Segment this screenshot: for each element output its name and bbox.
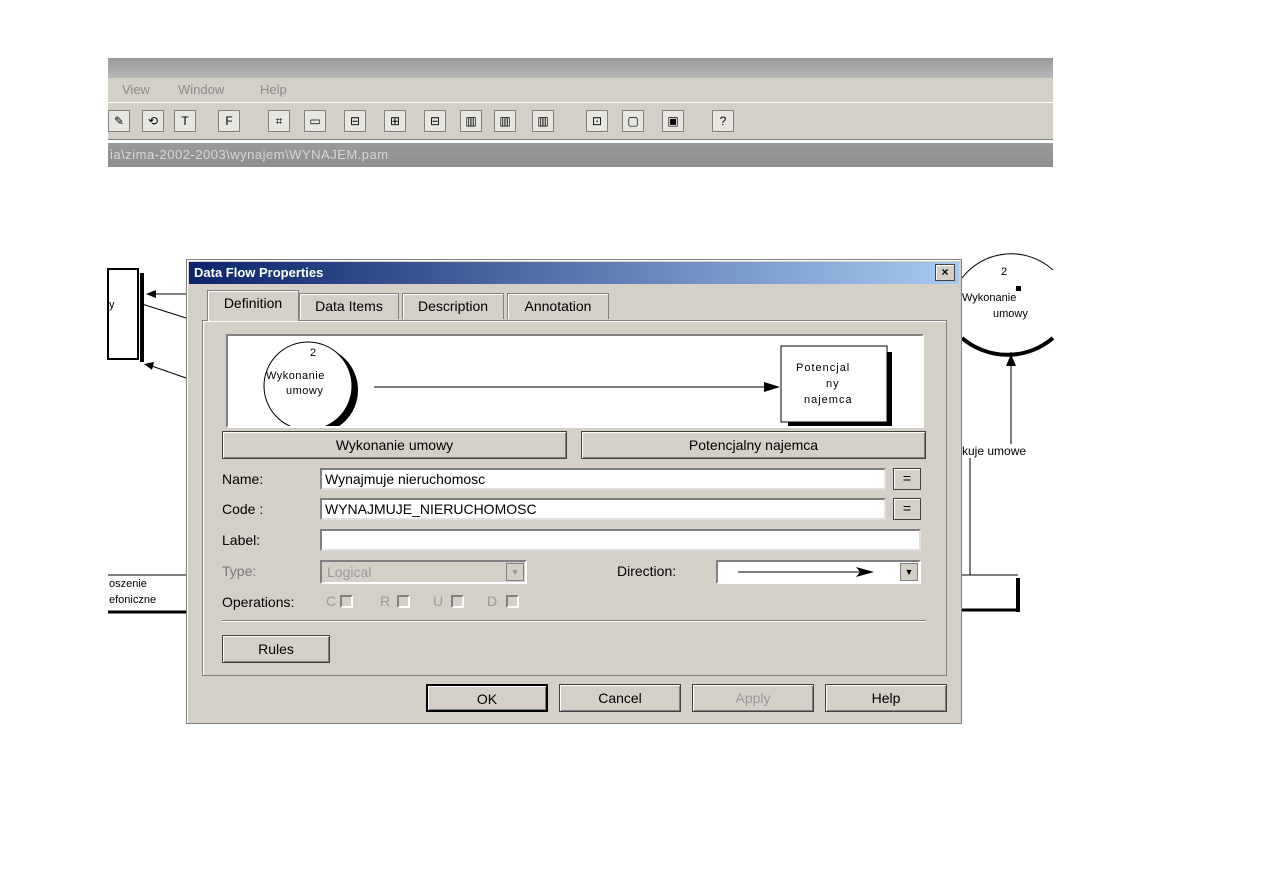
- dialog-title-bar: Data Flow Properties ×: [189, 262, 959, 284]
- apply-button[interactable]: Apply: [692, 684, 814, 712]
- code-label: Code :: [222, 501, 264, 517]
- type-select-value: Logical: [327, 564, 372, 580]
- separator: [222, 620, 926, 622]
- preview-entity-label-1: Potencjal: [796, 362, 851, 374]
- code-field[interactable]: WYNAJMUJE_NIERUCHOMOSC: [320, 498, 886, 520]
- right-process-arc-top: [961, 253, 1054, 279]
- tab-description[interactable]: Description: [402, 293, 504, 319]
- bottom-left-entity-text-1: oszenie: [109, 578, 147, 590]
- left-flow-line-2: [141, 303, 187, 319]
- left-entity-text: y: [109, 299, 115, 311]
- bottom-left-entity-text-2: efoniczne: [109, 594, 157, 606]
- direction-select[interactable]: ▼: [716, 560, 921, 584]
- right-process-number: 2: [1001, 266, 1008, 278]
- type-select[interactable]: Logical ▼: [320, 560, 527, 584]
- right-flow-label: kuje umowe: [962, 444, 1027, 458]
- label-field[interactable]: [320, 529, 921, 551]
- code-sync-button[interactable]: =: [893, 498, 921, 520]
- operation-d-label: D: [487, 593, 498, 609]
- label-label: Label:: [222, 532, 261, 548]
- preview-process-label-2: umowy: [286, 385, 324, 397]
- preview-entity-label-3: najemca: [804, 394, 853, 406]
- chevron-down-icon: ▼: [900, 563, 918, 581]
- operation-c-checkbox[interactable]: [340, 595, 353, 608]
- name-field[interactable]: Wynajmuje nieruchomosc: [320, 468, 886, 490]
- preview-flow-arrowhead: [764, 382, 780, 392]
- operation-r-checkbox[interactable]: [397, 595, 410, 608]
- direction-label: Direction:: [617, 563, 677, 579]
- help-button[interactable]: Help: [825, 684, 947, 712]
- destination-object-button[interactable]: Potencjalny najemca: [581, 431, 926, 459]
- close-button[interactable]: ×: [935, 264, 955, 281]
- right-process-label-1: Wykonanie: [962, 292, 1017, 304]
- left-entity-box: [107, 268, 139, 360]
- tab-annotation[interactable]: Annotation: [507, 293, 609, 319]
- flow-preview: 2 Wykonanie umowy Potencjal ny najemca: [226, 334, 924, 428]
- cancel-button[interactable]: Cancel: [559, 684, 681, 712]
- tab-data-items[interactable]: Data Items: [299, 293, 399, 319]
- operation-c-label: C: [326, 593, 337, 609]
- type-label: Type:: [222, 563, 257, 579]
- operation-u-checkbox[interactable]: [451, 595, 464, 608]
- operation-u-label: U: [433, 593, 444, 609]
- left-flow-arrowhead-3: [144, 362, 154, 370]
- preview-entity-label-2: ny: [826, 378, 840, 390]
- name-sync-button[interactable]: =: [893, 468, 921, 490]
- ok-button[interactable]: OK: [426, 684, 548, 712]
- preview-process-label-1: Wykonanie: [266, 370, 325, 382]
- tab-definition[interactable]: Definition: [207, 290, 299, 321]
- operations-label: Operations:: [222, 594, 295, 610]
- name-label: Name:: [222, 471, 264, 487]
- right-process-label-2: umowy: [993, 308, 1028, 320]
- chevron-down-icon: ▼: [506, 563, 524, 581]
- preview-process-number: 2: [310, 347, 317, 359]
- dialog-title: Data Flow Properties: [194, 265, 324, 280]
- operation-d-checkbox[interactable]: [506, 595, 519, 608]
- left-flow-arrowhead-1: [146, 290, 156, 298]
- right-process-arc-bottom: [960, 336, 1055, 357]
- source-object-button[interactable]: Wykonanie umowy: [222, 431, 567, 459]
- preview-process-circle: [263, 341, 353, 426]
- selection-handle: [1016, 286, 1021, 291]
- preview-diagram: [263, 341, 892, 426]
- operation-r-label: R: [380, 593, 391, 609]
- rules-button[interactable]: Rules: [222, 635, 330, 663]
- direction-arrow-icon: [738, 567, 874, 577]
